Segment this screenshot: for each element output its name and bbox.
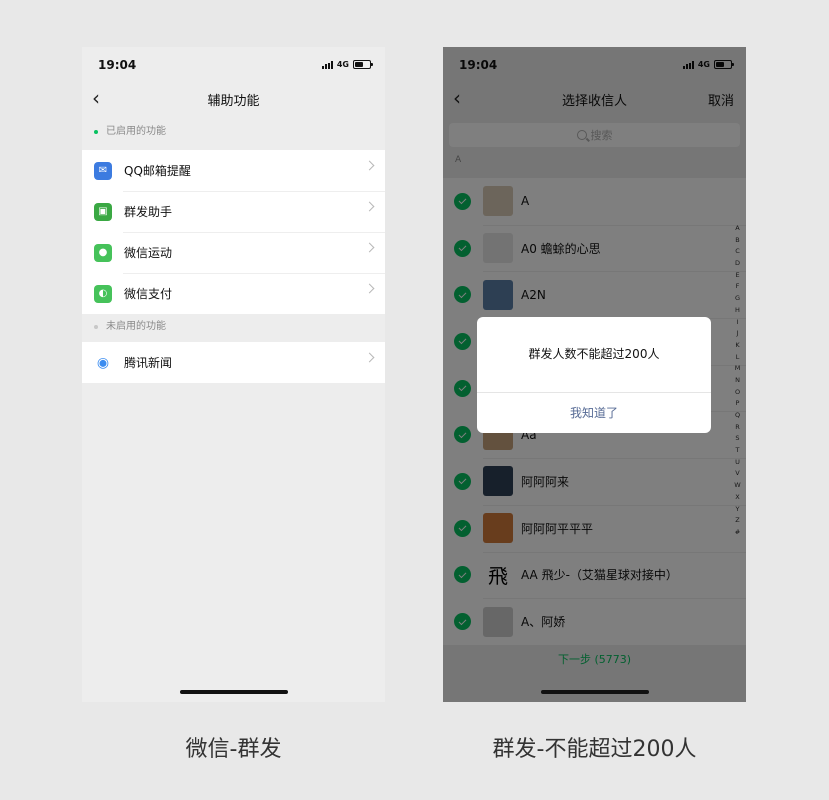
wechat-sport-icon: ● xyxy=(94,243,112,262)
disabled-dot-icon xyxy=(94,325,98,329)
chevron-right-icon xyxy=(364,242,375,253)
chevron-right-icon xyxy=(364,201,375,212)
caption-left: 微信-群发 xyxy=(185,737,282,762)
status-icons: 4G xyxy=(321,60,373,69)
mail-icon: ✉ xyxy=(94,161,112,180)
menu-item[interactable]: ◉ 腾讯新闻 xyxy=(82,342,385,383)
disabled-section-label: 未启用的功能 xyxy=(82,317,385,337)
wechat-pay-icon: ◐ xyxy=(94,284,112,303)
chevron-right-icon xyxy=(364,352,375,363)
menu-item[interactable]: ◐ 微信支付 xyxy=(82,273,385,314)
menu-item-label: 群发助手 xyxy=(124,205,173,219)
menu-item-label: 微信支付 xyxy=(124,287,173,301)
disabled-feature-list: ◉ 腾讯新闻 xyxy=(82,342,385,383)
signal-icon xyxy=(321,60,333,69)
network-type: 4G xyxy=(336,60,349,69)
menu-item[interactable]: ● 微信运动 xyxy=(82,232,385,273)
dialog-ok-button[interactable]: 我知道了 xyxy=(477,393,711,433)
alert-dialog: 群发人数不能超过200人 我知道了 xyxy=(477,317,711,433)
nav-bar: ‹ 辅助功能 xyxy=(82,85,385,113)
menu-item[interactable]: ▣ 群发助手 xyxy=(82,191,385,232)
menu-item-label: 微信运动 xyxy=(124,246,173,260)
menu-item-label: 腾讯新闻 xyxy=(124,356,173,370)
enabled-section-label: 已启用的功能 xyxy=(82,122,385,142)
phone-screen-select-recipients: 19:04 4G ‹ 选择收信人 取消 搜索 A AA0 蟾蜍的心思A2NAa阿… xyxy=(443,47,746,702)
tencent-news-icon: ◉ xyxy=(94,353,112,372)
status-bar: 19:04 4G xyxy=(82,47,385,85)
phone-screen-accessibility: 19:04 4G ‹ 辅助功能 已启用的功能 ✉ QQ邮箱提醒 ▣ 群发助手 ● 微信运动… xyxy=(82,47,385,702)
menu-item-label: QQ邮箱提醒 xyxy=(124,164,191,178)
enabled-feature-list: ✉ QQ邮箱提醒 ▣ 群发助手 ● 微信运动 ◐ 微信支付 xyxy=(82,150,385,314)
home-indicator xyxy=(540,690,649,694)
battery-icon xyxy=(353,60,373,69)
caption-right: 群发-不能超过200人 xyxy=(492,737,697,762)
broadcast-icon: ▣ xyxy=(94,202,112,221)
chevron-right-icon xyxy=(364,283,375,294)
status-time: 19:04 xyxy=(98,58,137,72)
page-title: 辅助功能 xyxy=(207,94,260,109)
home-indicator xyxy=(179,690,288,694)
enabled-dot-icon xyxy=(94,130,98,134)
chevron-right-icon xyxy=(364,160,375,171)
dialog-message: 群发人数不能超过200人 xyxy=(528,347,660,361)
menu-item[interactable]: ✉ QQ邮箱提醒 xyxy=(82,150,385,191)
